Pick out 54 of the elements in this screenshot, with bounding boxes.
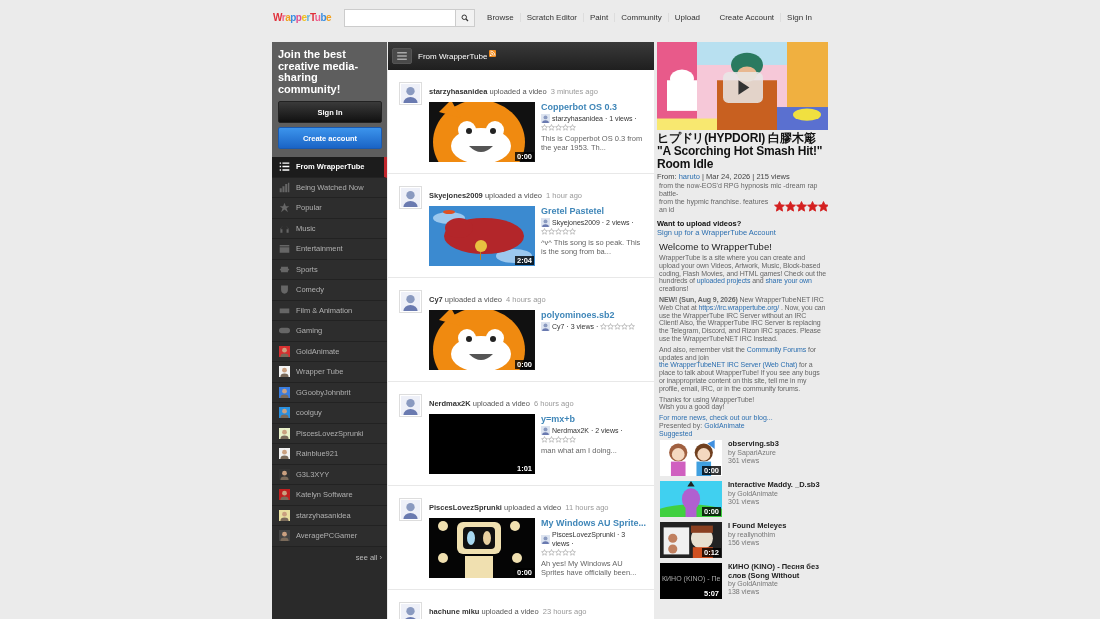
avatar-icon — [541, 114, 550, 123]
star-icon — [279, 202, 290, 214]
star-rating[interactable] — [541, 549, 576, 556]
nav-link[interactable]: Community — [614, 13, 668, 22]
site-logo[interactable]: WrapperTube — [273, 12, 332, 23]
avatar-icon[interactable] — [399, 394, 422, 417]
account-link[interactable]: Create Account — [713, 13, 781, 22]
star-rating[interactable] — [541, 436, 576, 443]
avatar-icon — [541, 218, 550, 227]
avatar-icon — [541, 426, 550, 435]
avatar-icon[interactable] — [399, 602, 422, 619]
star-rating[interactable] — [541, 228, 576, 235]
featured-title: ヒプドリ(HYPDORI) 白膠木簓 "A Scorching Hot Smash Hit!" Room Idle — [657, 132, 824, 171]
avatar-icon — [279, 407, 290, 419]
promo-heading: Join the best creative media-sharing community! — [278, 49, 360, 95]
avatar-icon — [279, 489, 290, 501]
welcome-title: Welcome to WrapperTube! — [659, 241, 773, 252]
search-button[interactable] — [455, 8, 476, 27]
nav-link[interactable]: Browse — [481, 13, 520, 22]
avatar-icon — [279, 366, 290, 378]
video-title-link[interactable]: polyominoes.sb2 — [541, 310, 643, 320]
video-title-link[interactable]: y=mx+b — [541, 414, 643, 424]
search-icon — [461, 13, 470, 22]
star-rating[interactable] — [774, 200, 828, 212]
avatar-icon — [541, 534, 550, 544]
list-icon — [279, 161, 290, 173]
avatar-icon — [541, 322, 550, 331]
bar-chart-icon — [279, 181, 290, 193]
menu-icon — [397, 52, 407, 60]
nav-link[interactable]: Scratch Editor — [519, 13, 583, 22]
avatar-icon — [279, 530, 290, 542]
avatar-icon — [279, 468, 290, 480]
avatar-icon[interactable] — [399, 186, 422, 209]
video-title-link[interactable]: Gretel Pastetel — [541, 206, 643, 216]
avatar-icon[interactable] — [399, 290, 422, 313]
avatar-icon — [279, 427, 290, 439]
film-icon — [279, 243, 290, 255]
avatar-icon — [279, 448, 290, 460]
star-rating[interactable] — [600, 323, 636, 330]
nav-link[interactable]: Upload — [667, 13, 707, 22]
menu-button[interactable] — [392, 48, 412, 64]
feed-title: From WrapperTube — [418, 51, 488, 61]
star-rating[interactable] — [541, 124, 576, 131]
nav-link[interactable]: Paint — [583, 13, 615, 22]
play-button[interactable] — [723, 72, 763, 103]
avatar-icon[interactable] — [399, 498, 422, 521]
rss-icon[interactable] — [489, 50, 497, 57]
account-link[interactable]: Sign In — [780, 13, 818, 22]
avatar-icon — [279, 386, 290, 398]
search-field[interactable] — [344, 8, 476, 27]
avatar-icon[interactable] — [399, 82, 422, 105]
avatar-icon — [279, 509, 290, 521]
video-title-link[interactable]: Copperbot OS 0.3 — [541, 102, 643, 112]
avatar-icon — [279, 345, 290, 357]
